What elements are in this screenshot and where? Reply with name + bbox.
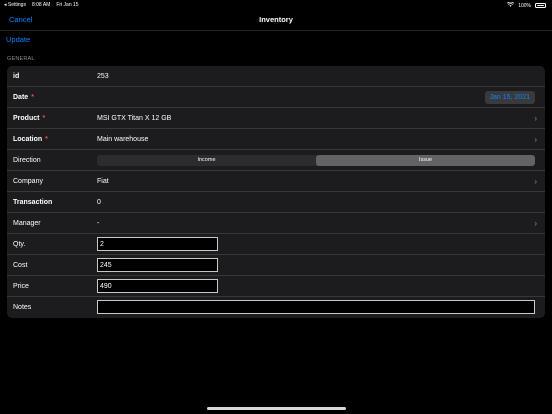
update-button[interactable]: Update [6, 35, 30, 44]
direction-label: Direction [13, 156, 41, 164]
page-title: Inventory [259, 15, 293, 24]
chevron-right-icon: › [534, 176, 537, 186]
chevron-right-icon: › [534, 218, 537, 228]
chevron-right-icon: › [534, 134, 537, 144]
id-row: id 253 [7, 66, 545, 87]
price-input[interactable] [97, 279, 218, 293]
back-to-app-link[interactable]: ◂ Settings [4, 2, 26, 8]
required-marker: * [45, 135, 48, 143]
company-row[interactable]: Company Fiat › [7, 171, 545, 192]
location-value: Main warehouse [97, 135, 149, 143]
direction-segmented-control: Income Issue [97, 155, 535, 166]
cost-label: Cost [13, 261, 28, 269]
price-label: Price [13, 282, 29, 290]
product-label: Product * [13, 114, 46, 122]
transaction-label: Transaction [13, 198, 53, 206]
location-row[interactable]: Location * Main warehouse › [7, 129, 545, 150]
status-time: 8:08 AM [31, 2, 51, 8]
qty-label: Qty. [13, 240, 26, 248]
transaction-row: Transaction 0 [7, 192, 545, 213]
id-label: id [13, 72, 20, 80]
notes-input[interactable] [97, 300, 535, 314]
manager-label: Manager [13, 219, 41, 227]
chevron-right-icon: › [534, 113, 537, 123]
company-value: Fiat [97, 177, 109, 185]
product-row[interactable]: Product * MSI GTX Titan X 12 GB › [7, 108, 545, 129]
date-picker-button[interactable]: Jan 15, 2021 [484, 91, 535, 104]
section-header-general: GENERAL [7, 56, 35, 62]
notes-label: Notes [13, 304, 32, 311]
home-indicator[interactable] [207, 407, 346, 410]
required-marker: * [31, 93, 34, 101]
status-date: Fri Jan 15 [56, 2, 79, 8]
date-label: Date * [13, 93, 34, 101]
transaction-value: 0 [97, 198, 101, 206]
cost-input[interactable] [97, 258, 218, 272]
segment-income[interactable]: Income [97, 155, 316, 166]
navigation-bar: Cancel Inventory [0, 10, 552, 31]
battery-icon [535, 3, 546, 8]
manager-value: - [97, 219, 100, 227]
qty-input[interactable] [97, 237, 218, 251]
wifi-icon [507, 1, 515, 9]
company-label: Company [13, 177, 43, 185]
status-bar: ◂ Settings 8:08 AM Fri Jan 15 100% [0, 0, 552, 10]
direction-row: Direction Income Issue [7, 150, 545, 171]
location-label: Location * [13, 135, 48, 143]
segment-issue[interactable]: Issue [316, 155, 535, 166]
date-row: Date * Jan 15, 2021 [7, 87, 545, 108]
manager-row[interactable]: Manager - › [7, 213, 545, 234]
price-row: Price [7, 276, 545, 297]
notes-row: Notes [7, 297, 545, 318]
required-marker: * [42, 114, 46, 122]
id-value: 253 [97, 72, 109, 80]
battery-percent: 100% [518, 2, 531, 9]
product-value: MSI GTX Titan X 12 GB [97, 114, 172, 122]
qty-row: Qty. [7, 234, 545, 255]
cost-row: Cost [7, 255, 545, 276]
general-form-card: id 253 Date * Jan 15, 2021 Product * MSI G… [7, 66, 545, 318]
